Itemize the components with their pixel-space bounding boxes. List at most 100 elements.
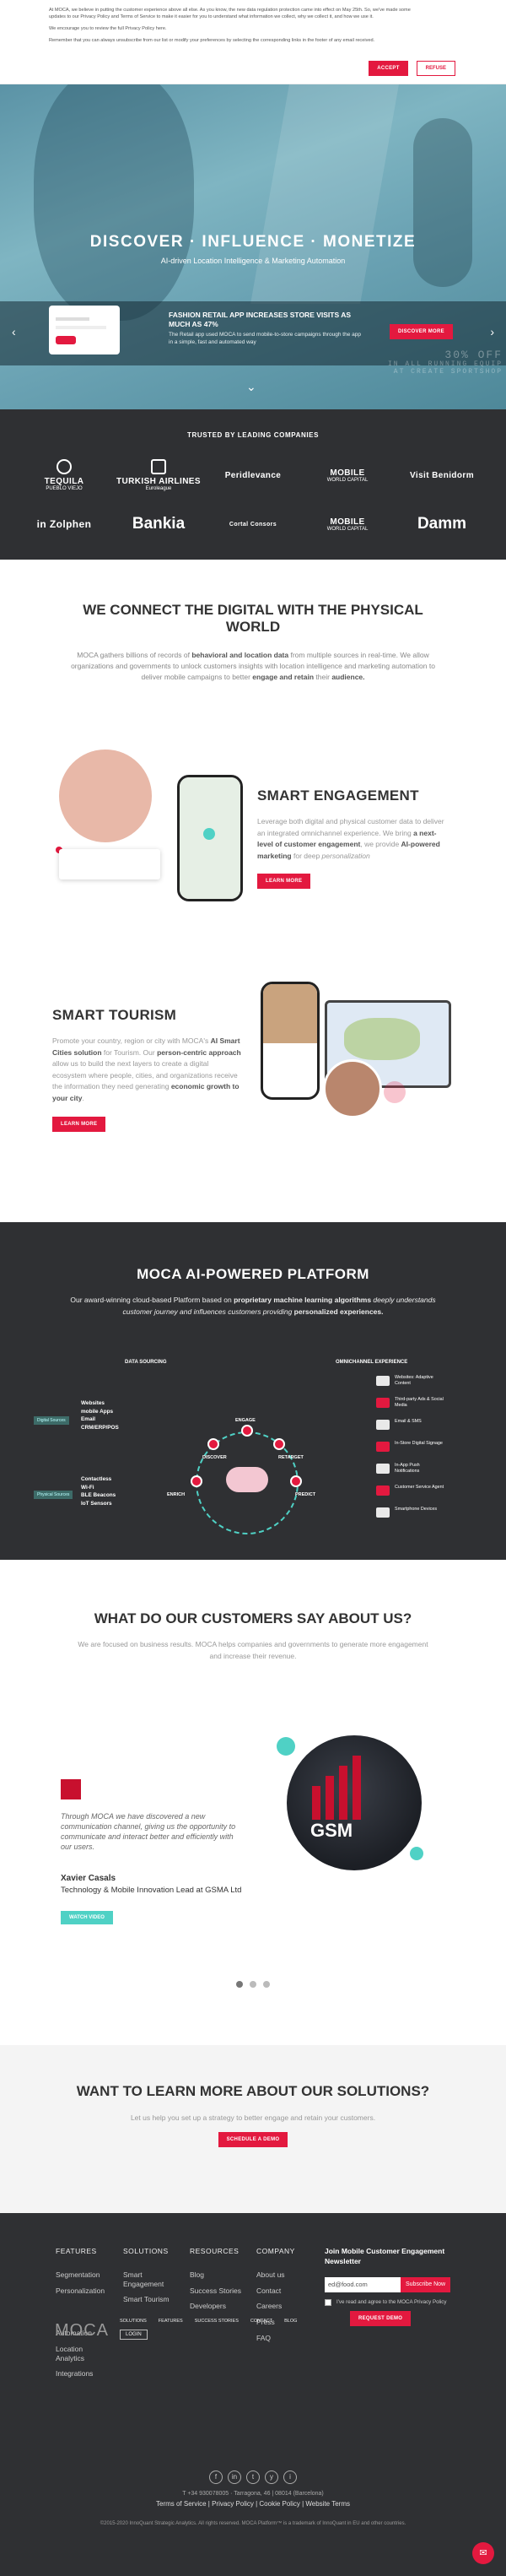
company-logo: TEQUILA PUEBLO VIEJO	[17, 457, 111, 494]
footer-link[interactable]: About us	[256, 2270, 295, 2280]
testimonial-quote: Through MOCA we have discovered a new co…	[61, 1812, 236, 1852]
footer-solutions: SOLUTIONS Smart Engagement Smart Tourism	[123, 2247, 174, 2311]
news-description: The Retail app used MOCA to send mobile-…	[169, 332, 361, 346]
hero-title: DISCOVER · INFLUENCE · MONETIZE	[89, 233, 417, 251]
company-logo: Visit Benidorm	[410, 470, 474, 480]
smart-tourism-section: SMART TOURISM Promote your country, regi…	[0, 973, 506, 1222]
engagement-text-block: SMART ENGAGEMENT Leverage both digital a…	[257, 787, 451, 890]
privacy-consent: I've read and agree to the MOCA Privacy …	[325, 2298, 476, 2306]
output-item: Smartphone Devices	[395, 1507, 438, 1512]
footer-resources: RESOURCES Blog Success Stories Developer…	[190, 2247, 241, 2311]
carousel-dot[interactable]	[236, 1981, 243, 1988]
digital-sources-list: Websites mobile Apps Email CRM/ERP/POS	[81, 1400, 119, 1431]
company-logo: TURKISH AIRLINES Euroleague	[111, 457, 206, 494]
node-engage: ENGAGE	[235, 1418, 256, 1423]
trusted-section: TRUSTED BY LEADING COMPANIES TEQUILA PUEB…	[0, 409, 506, 560]
footer-link[interactable]: Personalization	[56, 2286, 105, 2296]
platform-text: Our award-winning cloud-based Platform b…	[70, 1296, 436, 1316]
company-logo: in Zolphen	[36, 518, 92, 530]
footer-link[interactable]: Careers	[256, 2302, 295, 2311]
notification-card	[59, 849, 160, 879]
output-item: Email & SMS	[395, 1419, 422, 1424]
news-title: FASHION RETAIL APP INCREASES STORE VISIT…	[169, 311, 352, 329]
footer-small-nav: SOLUTIONS FEATURES SUCCESS STORIES CONTA…	[120, 2319, 298, 2324]
chat-icon[interactable]: ✉	[472, 2542, 494, 2564]
hero-person-shape	[34, 84, 194, 321]
output-item: In-Store Digital Signage	[395, 1441, 443, 1446]
page: At MOCA, we believe in putting the custo…	[0, 0, 506, 2576]
login-button[interactable]: LOGIN	[120, 2330, 148, 2340]
tourism-phone	[261, 982, 320, 1100]
footer-link[interactable]: Smart Tourism	[123, 2295, 174, 2304]
company-logo: MOBILE WORLD CAPITAL	[326, 517, 369, 532]
tourism-title: SMART TOURISM	[52, 1007, 177, 1023]
footer-link[interactable]: Integrations	[56, 2369, 105, 2378]
footer-features: FEATURES Segmentation Personalization Au…	[56, 2247, 105, 2378]
carousel-prev-icon[interactable]: ‹	[12, 325, 16, 338]
footer-address: T +34 930078005 · Tarragona, 46 | 08014 …	[182, 2491, 324, 2497]
output-item: Third-party Ads & Social Media	[395, 1397, 444, 1409]
request-demo-button[interactable]: REQUEST DEMO	[350, 2310, 412, 2326]
engagement-learn-more-button[interactable]: LEARN MORE	[257, 874, 311, 890]
cloud-icon	[226, 1467, 268, 1492]
node-predict: PREDICT	[295, 1492, 316, 1497]
instagram-icon[interactable]: i	[283, 2470, 297, 2484]
schedule-demo-button[interactable]: SCHEDULE A DEMO	[218, 2132, 288, 2147]
hero-background-ad: 30% OFF IN ALL RUNNING EQUIP AT CREATE S…	[387, 349, 503, 376]
testimonial-photo: GSM	[287, 1735, 422, 1870]
carousel-dots	[236, 1981, 270, 1988]
physical-sources-tag: Physical Sources	[34, 1491, 73, 1499]
testimonials-section: WHAT DO OUR CUSTOMERS SAY ABOUT US? We a…	[0, 1560, 506, 2045]
footer-link[interactable]: Success Stories	[190, 2286, 241, 2296]
cookie-buttons: ACCEPT REFUSE	[369, 61, 455, 76]
moca-logo[interactable]: MOCA	[55, 2321, 109, 2341]
node-enrich: ENRICH	[167, 1492, 186, 1497]
footer-link[interactable]: Smart Engagement	[123, 2270, 174, 2288]
company-logo: Bankia	[132, 515, 186, 533]
carousel-dot[interactable]	[263, 1981, 270, 1988]
footer-link[interactable]: Blog	[190, 2270, 241, 2280]
news-thumbnail	[49, 306, 120, 354]
carousel-dot[interactable]	[250, 1981, 256, 1988]
footer-link[interactable]: Location Analytics	[56, 2345, 89, 2362]
omnichannel-label: OMNICHANNEL EXPERIENCE	[336, 1360, 408, 1365]
tourism-illustration	[257, 982, 460, 1125]
output-item: Customer Service Agent	[395, 1485, 444, 1490]
cookie-banner: At MOCA, we believe in putting the custo…	[0, 0, 506, 84]
output-item: Websites: Adaptive Content	[395, 1375, 433, 1387]
newsletter-block: Join Mobile Customer Engagement Newslett…	[325, 2247, 476, 2326]
testimonial-role: Technology & Mobile Innovation Lead at G…	[61, 1886, 242, 1895]
shopper-photo	[59, 750, 152, 842]
newsletter-email-input[interactable]: ed@food.com	[325, 2276, 401, 2292]
footer: FEATURES Segmentation Personalization Au…	[0, 2213, 506, 2576]
youtube-icon[interactable]: y	[265, 2470, 278, 2484]
discover-more-button[interactable]: DISCOVER MORE	[390, 324, 453, 339]
privacy-checkbox[interactable]	[325, 2298, 331, 2306]
testimonial-name: Xavier Casals	[61, 1874, 116, 1883]
engagement-illustration	[51, 741, 253, 935]
footer-link[interactable]: FAQ	[256, 2334, 295, 2343]
facebook-icon[interactable]: f	[209, 2470, 223, 2484]
company-logos: TEQUILA PUEBLO VIEJO TURKISH AIRLINES Euro…	[17, 457, 489, 543]
connect-text: MOCA gathers billions of records of beha…	[71, 650, 435, 682]
refuse-button[interactable]: REFUSE	[416, 61, 455, 76]
tourism-learn-more-button[interactable]: LEARN MORE	[52, 1116, 106, 1132]
subscribe-button[interactable]: Subscribe Now	[401, 2276, 451, 2292]
learn-more-section: WANT TO LEARN MORE ABOUT OUR SOLUTIONS? …	[0, 2045, 506, 2213]
footer-link[interactable]: Developers	[190, 2302, 241, 2311]
cookie-text-3: Remember that you can always unsubscribe…	[49, 38, 375, 44]
testimonials-title: WHAT DO OUR CUSTOMERS SAY ABOUT US?	[94, 1610, 412, 1626]
engagement-title: SMART ENGAGEMENT	[257, 787, 419, 804]
footer-link[interactable]: Contact	[256, 2286, 295, 2296]
node-retarget: RETARGET	[278, 1455, 304, 1460]
accept-button[interactable]: ACCEPT	[369, 61, 408, 76]
footer-link[interactable]: Segmentation	[56, 2270, 105, 2280]
footer-legal-links[interactable]: Terms of Service | Privacy Policy | Cook…	[0, 2500, 506, 2508]
platform-section: MOCA AI-POWERED PLATFORM Our award-winni…	[0, 1222, 506, 1560]
twitter-icon[interactable]: t	[246, 2470, 260, 2484]
carousel-next-icon[interactable]: ›	[490, 325, 494, 338]
watch-video-button[interactable]: WATCH VIDEO	[61, 1911, 113, 1924]
linkedin-icon[interactable]: in	[228, 2470, 241, 2484]
digital-sources-tag: Digital Sources	[34, 1416, 69, 1425]
scroll-down-icon[interactable]: ⌄	[246, 380, 256, 394]
